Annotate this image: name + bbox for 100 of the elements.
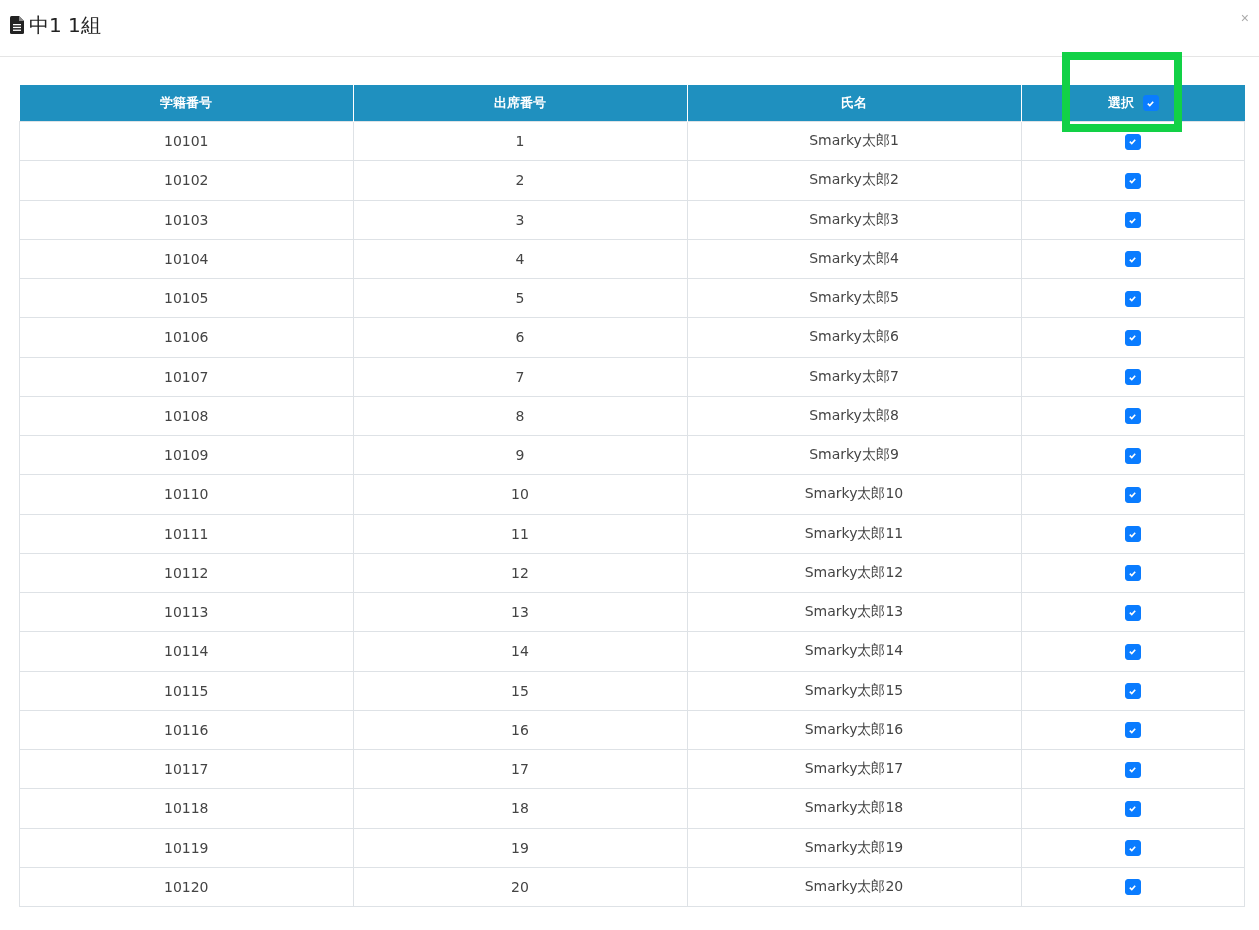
row-checkbox[interactable] xyxy=(1124,565,1141,582)
close-button[interactable]: × xyxy=(1240,10,1249,26)
check-icon xyxy=(1128,804,1138,814)
table-cell: Smarky太郎10 xyxy=(687,474,1021,514)
row-checkbox[interactable] xyxy=(1124,172,1141,189)
table-cell: 7 xyxy=(353,357,687,397)
table-cell: 11 xyxy=(353,514,687,554)
check-icon xyxy=(1128,490,1138,500)
table-cell: Smarky太郎9 xyxy=(687,435,1021,475)
table-cell: Smarky太郎2 xyxy=(687,160,1021,200)
table-cell: Smarky太郎13 xyxy=(687,592,1021,632)
row-checkbox[interactable] xyxy=(1124,408,1141,425)
row-checkbox[interactable] xyxy=(1124,251,1141,268)
row-checkbox[interactable] xyxy=(1124,879,1141,896)
table-cell: 20 xyxy=(353,867,687,907)
row-checkbox[interactable] xyxy=(1124,212,1141,229)
select-all-checkbox[interactable] xyxy=(1142,95,1159,111)
table-cell: 4 xyxy=(353,239,687,279)
check-icon xyxy=(1128,568,1138,578)
table-cell: 10104 xyxy=(19,239,353,279)
table-cell: 10119 xyxy=(19,828,353,868)
check-icon xyxy=(1128,686,1138,696)
table-cell: Smarky太郎4 xyxy=(687,239,1021,279)
check-icon xyxy=(1128,176,1138,186)
column-label: 学籍番号 xyxy=(160,94,212,112)
table-cell: 10112 xyxy=(19,553,353,593)
check-icon xyxy=(1128,608,1138,618)
table-cell: Smarky太郎19 xyxy=(687,828,1021,868)
table-cell: Smarky太郎5 xyxy=(687,278,1021,318)
check-icon xyxy=(1128,215,1138,225)
check-icon xyxy=(1128,882,1138,892)
table-cell: 10109 xyxy=(19,435,353,475)
row-checkbox[interactable] xyxy=(1124,290,1141,307)
table-cell: 16 xyxy=(353,710,687,750)
check-icon xyxy=(1128,254,1138,264)
table-cell: 10117 xyxy=(19,749,353,789)
table-cell: Smarky太郎12 xyxy=(687,553,1021,593)
table-cell: 18 xyxy=(353,788,687,828)
table-cell: 12 xyxy=(353,553,687,593)
table-cell: 10113 xyxy=(19,592,353,632)
row-checkbox[interactable] xyxy=(1124,133,1141,150)
table-cell: 1 xyxy=(353,121,687,161)
table-cell: Smarky太郎18 xyxy=(687,788,1021,828)
table-cell: 3 xyxy=(353,200,687,240)
check-icon xyxy=(1128,843,1138,853)
row-checkbox[interactable] xyxy=(1124,840,1141,857)
table-cell: Smarky太郎16 xyxy=(687,710,1021,750)
table-cell: 10116 xyxy=(19,710,353,750)
table-cell: Smarky太郎20 xyxy=(687,867,1021,907)
table-cell: Smarky太郎6 xyxy=(687,317,1021,357)
check-icon xyxy=(1146,98,1155,108)
row-checkbox[interactable] xyxy=(1124,604,1141,621)
table-cell: 10114 xyxy=(19,631,353,671)
row-checkbox[interactable] xyxy=(1124,369,1141,386)
table-cell: Smarky太郎7 xyxy=(687,357,1021,397)
check-icon xyxy=(1128,372,1138,382)
row-checkbox[interactable] xyxy=(1124,683,1141,700)
row-checkbox[interactable] xyxy=(1124,800,1141,817)
table-cell: 10102 xyxy=(19,160,353,200)
table-cell: 10108 xyxy=(19,396,353,436)
column-label: 氏名 xyxy=(841,94,867,112)
check-icon xyxy=(1128,294,1138,304)
table-cell: 10105 xyxy=(19,278,353,318)
table-cell: Smarky太郎1 xyxy=(687,121,1021,161)
check-icon xyxy=(1128,137,1138,147)
row-checkbox[interactable] xyxy=(1124,526,1141,543)
check-icon xyxy=(1128,333,1138,343)
table-cell: 6 xyxy=(353,317,687,357)
table-cell: 14 xyxy=(353,631,687,671)
table-cell: 13 xyxy=(353,592,687,632)
check-icon xyxy=(1128,529,1138,539)
check-icon xyxy=(1128,765,1138,775)
row-checkbox[interactable] xyxy=(1124,722,1141,739)
table-cell: 10110 xyxy=(19,474,353,514)
table-cell: 2 xyxy=(353,160,687,200)
row-checkbox[interactable] xyxy=(1124,761,1141,778)
table-cell: 10120 xyxy=(19,867,353,907)
table-cell: 10115 xyxy=(19,671,353,711)
row-checkbox[interactable] xyxy=(1124,486,1141,503)
table-cell: Smarky太郎17 xyxy=(687,749,1021,789)
table-cell: 17 xyxy=(353,749,687,789)
table-cell: Smarky太郎11 xyxy=(687,514,1021,554)
table-cell: Smarky太郎3 xyxy=(687,200,1021,240)
row-checkbox[interactable] xyxy=(1124,329,1141,346)
table-cell: 10111 xyxy=(19,514,353,554)
table-cell: Smarky太郎14 xyxy=(687,631,1021,671)
table-cell: 10118 xyxy=(19,788,353,828)
row-checkbox[interactable] xyxy=(1124,447,1141,464)
table-cell: 10101 xyxy=(19,121,353,161)
column-label: 選択 xyxy=(1107,94,1134,112)
table-cell: 10106 xyxy=(19,317,353,357)
table-cell: Smarky太郎15 xyxy=(687,671,1021,711)
row-checkbox[interactable] xyxy=(1124,643,1141,660)
table-cell: 5 xyxy=(353,278,687,318)
check-icon xyxy=(1128,647,1138,657)
dialog-title: 中1 1組 xyxy=(29,11,101,39)
check-icon xyxy=(1128,411,1138,421)
column-label: 出席番号 xyxy=(494,94,546,112)
table-cell: 15 xyxy=(353,671,687,711)
check-icon xyxy=(1128,451,1138,461)
